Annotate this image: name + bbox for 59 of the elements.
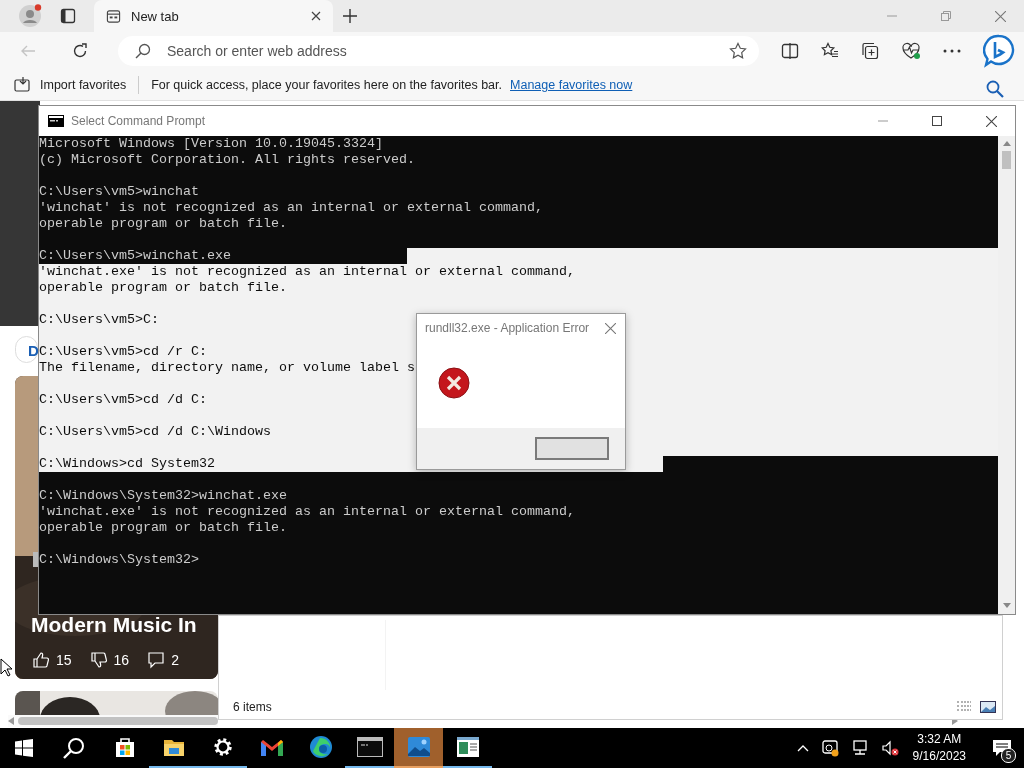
import-favorites-button[interactable]: Import favorites xyxy=(40,78,127,92)
favorites-message: For quick access, place your favorites here on the favorites bar. xyxy=(151,78,502,92)
photo-icon xyxy=(406,736,431,758)
tab-actions-icon[interactable] xyxy=(60,8,76,24)
manage-favorites-link[interactable]: Manage favorites now xyxy=(510,78,633,92)
close-icon[interactable] xyxy=(311,11,321,21)
star-icon[interactable] xyxy=(729,42,747,60)
more-icon[interactable] xyxy=(943,49,961,53)
thumbs-down-icon[interactable] xyxy=(89,651,108,669)
gear-icon xyxy=(211,736,234,758)
profile-icon[interactable] xyxy=(18,4,42,28)
dislike-count: 16 xyxy=(113,652,130,668)
filter-chip[interactable]: D xyxy=(15,336,38,363)
document-icon xyxy=(455,736,480,758)
console-icon xyxy=(48,115,64,127)
console-icon xyxy=(356,737,383,757)
windows-start-icon[interactable] xyxy=(15,739,33,757)
thumbnail-view-icon[interactable] xyxy=(980,700,996,714)
card-title: Modern Music In xyxy=(31,613,197,637)
browser-logo-icon xyxy=(308,735,333,759)
new-tab-icon xyxy=(106,8,121,24)
comment-count: 2 xyxy=(171,652,179,668)
scroll-down-icon[interactable] xyxy=(1002,603,1011,608)
address-bar[interactable]: Search or enter web address xyxy=(118,36,759,66)
thumbs-up-icon[interactable] xyxy=(32,651,50,669)
collections-icon[interactable] xyxy=(861,42,879,60)
scroll-up-icon[interactable] xyxy=(1002,141,1011,146)
new-tab-plus-icon[interactable] xyxy=(343,9,357,23)
chevron-up-icon[interactable] xyxy=(796,744,809,752)
split-screen-icon[interactable] xyxy=(781,42,799,60)
scrollbar-thumb[interactable] xyxy=(18,717,218,725)
refresh-icon[interactable] xyxy=(72,43,88,59)
search-icon[interactable] xyxy=(63,737,85,759)
text-cursor xyxy=(33,552,38,567)
scroll-left-icon[interactable] xyxy=(8,717,14,725)
maximize-icon[interactable] xyxy=(932,116,942,126)
item-count: 6 items xyxy=(233,700,272,714)
heart-pulse-icon[interactable] xyxy=(901,42,921,60)
error-icon xyxy=(438,367,470,399)
like-count: 15 xyxy=(56,652,72,668)
tray-app-icon[interactable] xyxy=(820,739,839,757)
network-icon[interactable] xyxy=(850,739,869,757)
close-icon[interactable] xyxy=(605,322,616,334)
horizontal-scrollbar[interactable] xyxy=(8,715,218,727)
notification-count: 5 xyxy=(1001,748,1016,763)
volume-muted-icon[interactable] xyxy=(880,739,899,757)
window-title: Select Command Prompt xyxy=(71,114,206,128)
search-icon xyxy=(135,43,151,59)
dialog-button[interactable] xyxy=(535,437,609,460)
clock-date[interactable]: 9/16/2023 xyxy=(912,748,966,765)
comment-icon[interactable] xyxy=(147,651,166,669)
close-icon[interactable] xyxy=(986,115,997,127)
chat-logo-icon[interactable] xyxy=(983,34,1015,68)
mail-logo-icon xyxy=(259,738,284,756)
scrollbar-thumb[interactable] xyxy=(1002,151,1011,169)
browser-tab[interactable]: New tab xyxy=(94,0,333,32)
favorites-icon[interactable] xyxy=(821,42,839,60)
clock-time[interactable]: 3:32 AM xyxy=(917,731,962,748)
import-icon xyxy=(14,77,32,93)
